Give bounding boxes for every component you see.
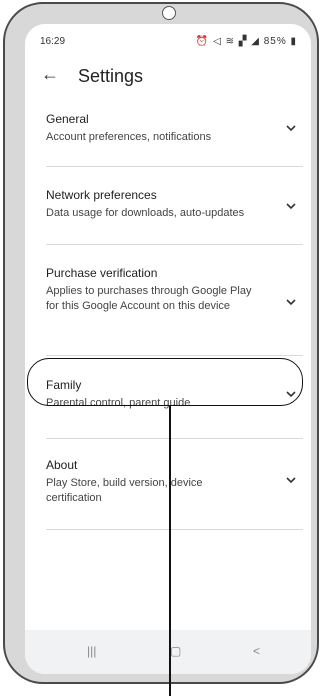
settings-item-purchase-verification[interactable]: Purchase verification Applies to purchas… bbox=[25, 266, 311, 356]
chevron-down-icon bbox=[286, 203, 296, 210]
divider bbox=[46, 166, 303, 167]
phone-screen: 16:29 ⏰ ◁ ≋ ▞ ◢ 85% ▮ ← Settings General… bbox=[25, 24, 311, 674]
settings-item-network-preferences[interactable]: Network preferences Data usage for downl… bbox=[25, 188, 311, 248]
app-bar: ← Settings bbox=[25, 64, 311, 94]
settings-item-subtitle: Play Store, build version, device certif… bbox=[46, 477, 203, 504]
settings-item-subtitle: Data usage for downloads, auto-updates bbox=[46, 207, 245, 219]
chevron-down-icon bbox=[286, 299, 296, 306]
recents-button[interactable]: ||| bbox=[87, 644, 96, 658]
pointer-line bbox=[169, 406, 171, 696]
battery-percent: 85% bbox=[263, 36, 287, 47]
page-title: Settings bbox=[78, 66, 144, 86]
battery-icon: ▮ bbox=[286, 36, 297, 47]
divider bbox=[46, 438, 303, 439]
settings-item-title: General bbox=[46, 112, 89, 126]
phone-frame: 16:29 ⏰ ◁ ≋ ▞ ◢ 85% ▮ ← Settings General… bbox=[3, 2, 319, 684]
chevron-down-icon bbox=[286, 477, 296, 484]
nav-back-button[interactable]: < bbox=[253, 644, 260, 658]
settings-item-subtitle: Applies to purchases through Google Play… bbox=[46, 285, 252, 312]
settings-item-subtitle: Account preferences, notifications bbox=[46, 131, 212, 143]
settings-item-title: Purchase verification bbox=[46, 266, 158, 280]
status-bar: 16:29 ⏰ ◁ ≋ ▞ ◢ 85% ▮ bbox=[25, 24, 311, 54]
divider bbox=[46, 529, 303, 530]
status-time: 16:29 bbox=[40, 36, 66, 47]
back-arrow-icon[interactable]: ← bbox=[41, 64, 59, 85]
settings-item-about[interactable]: About Play Store, build version, device … bbox=[25, 458, 311, 528]
home-button[interactable]: ▢ bbox=[170, 644, 181, 658]
settings-item-title: About bbox=[46, 458, 78, 472]
status-icons: ⏰ ◁ ≋ ▞ ◢ 85% ▮ bbox=[196, 36, 297, 47]
navigation-bar: ||| ▢ < bbox=[25, 630, 311, 674]
status-indicator-icons: ⏰ ◁ ≋ ▞ ◢ bbox=[195, 36, 264, 47]
highlight-circle bbox=[27, 358, 303, 406]
divider bbox=[46, 244, 303, 245]
settings-item-title: Network preferences bbox=[46, 188, 157, 202]
chevron-down-icon bbox=[286, 125, 296, 132]
settings-item-general[interactable]: General Account preferences, notificatio… bbox=[25, 112, 311, 172]
front-camera bbox=[162, 6, 176, 20]
divider bbox=[46, 355, 303, 356]
